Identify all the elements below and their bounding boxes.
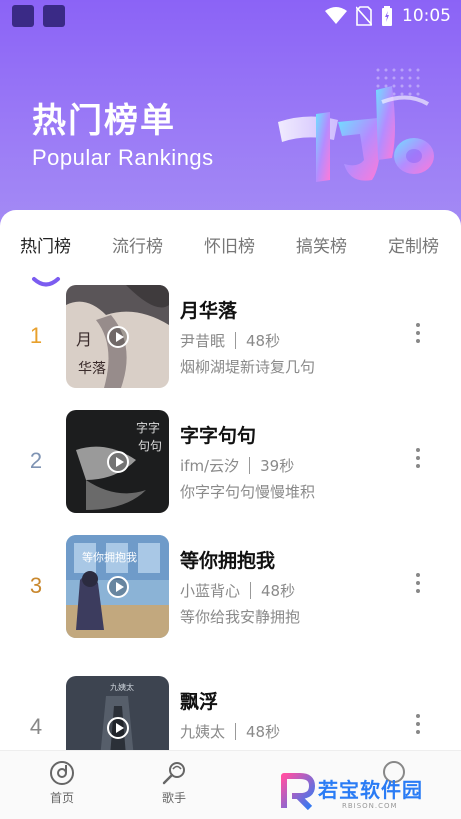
song-duration: 39秒 bbox=[260, 457, 295, 475]
meta-divider bbox=[249, 457, 251, 474]
status-time: 10:05 bbox=[402, 6, 451, 26]
meta-divider bbox=[235, 723, 237, 740]
song-artist: 小蓝背心 bbox=[180, 582, 241, 600]
tab-pop[interactable]: 流行榜 bbox=[112, 232, 163, 257]
nav-item-singer[interactable]: 歌手 bbox=[144, 759, 204, 806]
tab-classic[interactable]: 怀旧榜 bbox=[204, 232, 255, 257]
play-icon[interactable] bbox=[107, 451, 129, 473]
nav-label: 歌手 bbox=[161, 791, 186, 805]
more-options-icon[interactable] bbox=[410, 571, 426, 595]
notification-icon bbox=[43, 5, 65, 27]
song-duration: 48秒 bbox=[246, 332, 281, 350]
no-sim-icon bbox=[356, 6, 372, 26]
more-options-icon[interactable] bbox=[410, 446, 426, 470]
svg-text:句句: 句句 bbox=[138, 439, 162, 453]
song-cover[interactable]: 月 华落 bbox=[66, 285, 169, 388]
rank-number: 2 bbox=[29, 448, 43, 473]
watermark-text: 若宝软件园 bbox=[318, 778, 423, 802]
song-duration: 48秒 bbox=[261, 582, 296, 600]
song-meta: 尹昔眠 48秒 bbox=[180, 330, 280, 351]
status-bar: 10:05 bbox=[0, 0, 461, 32]
play-icon[interactable] bbox=[107, 576, 129, 598]
song-artist: 尹昔眠 bbox=[180, 332, 226, 350]
song-title: 等你拥抱我 bbox=[180, 550, 276, 572]
watermark-logo: 若宝软件园 RBISON.COM bbox=[280, 772, 452, 812]
nav-item-home[interactable]: 首页 bbox=[32, 759, 92, 806]
song-meta: ifm/云汐 39秒 bbox=[180, 455, 294, 476]
play-icon[interactable] bbox=[107, 326, 129, 348]
song-row[interactable]: 3 等你拥抱我 等你拥抱我 小蓝背心 48秒 等你给我安静拥抱 bbox=[0, 535, 461, 639]
page-subtitle: Popular Rankings bbox=[32, 145, 214, 170]
song-lyric: 你字字句句慢慢堆积 bbox=[180, 483, 316, 501]
header-banner: 10:05 热门榜单 Popular Rankings bbox=[0, 0, 461, 240]
song-row[interactable]: 1 月 华落 月华落 尹昔眠 48秒 烟柳湖堤新诗复几句 bbox=[0, 285, 461, 389]
svg-text:九姨太: 九姨太 bbox=[110, 682, 134, 692]
song-cover[interactable]: 等你拥抱我 bbox=[66, 535, 169, 638]
page-title: 热门榜单 bbox=[32, 101, 176, 141]
music-note-illustration bbox=[278, 68, 434, 182]
play-icon[interactable] bbox=[107, 717, 129, 739]
notification-icon bbox=[12, 5, 34, 27]
rank-number: 4 bbox=[29, 714, 43, 739]
rank-number: 3 bbox=[29, 573, 43, 598]
tab-funny[interactable]: 搞笑榜 bbox=[296, 232, 347, 257]
ranking-tabs: 热门榜 流行榜 怀旧榜 搞笑榜 定制榜 bbox=[0, 232, 461, 287]
singer-icon bbox=[162, 762, 185, 785]
song-meta: 九姨太 48秒 bbox=[180, 721, 280, 742]
song-title: 飘浮 bbox=[180, 691, 219, 713]
battery-icon bbox=[382, 6, 392, 26]
song-meta: 小蓝背心 48秒 bbox=[180, 580, 295, 601]
svg-text:月: 月 bbox=[76, 330, 92, 349]
rank-number: 1 bbox=[29, 323, 43, 348]
tab-custom[interactable]: 定制榜 bbox=[388, 232, 439, 257]
disc-icon bbox=[50, 761, 74, 785]
song-lyric: 等你给我安静拥抱 bbox=[180, 608, 301, 626]
svg-text:华落: 华落 bbox=[78, 361, 106, 377]
nav-label: 首页 bbox=[49, 791, 74, 805]
song-artist: ifm/云汐 bbox=[180, 457, 240, 475]
more-options-icon[interactable] bbox=[410, 712, 426, 736]
song-lyric: 烟柳湖堤新诗复几句 bbox=[180, 358, 316, 376]
song-title: 字字句句 bbox=[180, 425, 257, 447]
watermark-r-icon bbox=[281, 773, 315, 810]
ranking-panel: 热门榜 流行榜 怀旧榜 搞笑榜 定制榜 1 月 华落 月华落 尹昔眠 48秒 烟… bbox=[0, 210, 461, 819]
song-duration: 48秒 bbox=[246, 723, 281, 741]
song-title: 月华落 bbox=[180, 300, 238, 322]
more-options-icon[interactable] bbox=[410, 321, 426, 345]
meta-divider bbox=[235, 332, 237, 349]
tab-hot[interactable]: 热门榜 bbox=[20, 232, 71, 257]
meta-divider bbox=[250, 582, 252, 599]
watermark-subtext: RBISON.COM bbox=[342, 802, 398, 810]
wifi-icon bbox=[325, 7, 347, 24]
song-cover[interactable]: 字字 句句 bbox=[66, 410, 169, 513]
song-artist: 九姨太 bbox=[180, 723, 226, 741]
svg-text:等你拥抱我: 等你拥抱我 bbox=[82, 550, 137, 564]
song-row[interactable]: 2 字字 句句 字字句句 ifm/云汐 39秒 你字字句句慢慢堆积 bbox=[0, 410, 461, 514]
svg-text:字字: 字字 bbox=[136, 420, 160, 435]
